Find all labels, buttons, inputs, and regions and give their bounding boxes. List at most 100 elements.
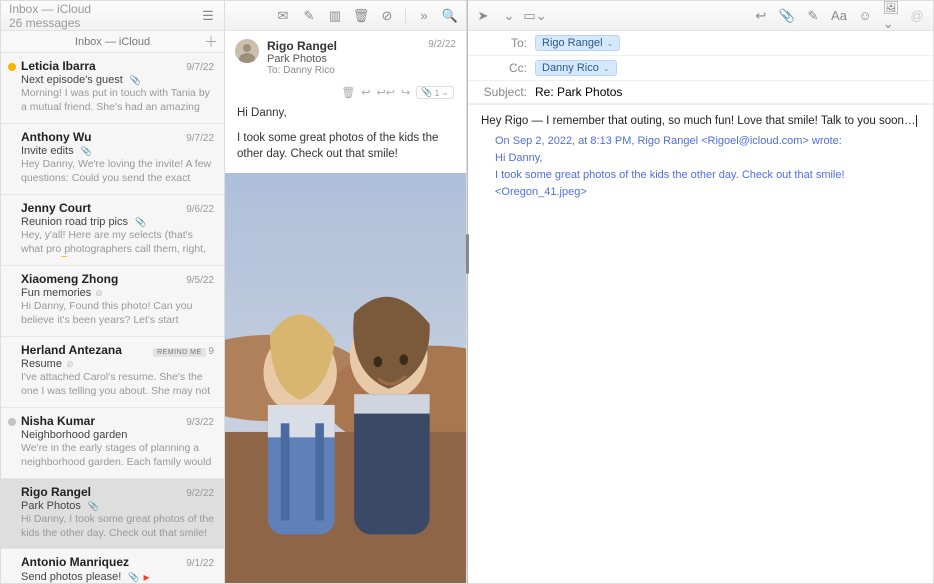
message-row[interactable]: Rigo Rangel 9/2/22Park PhotosHi Danny, I…: [1, 479, 224, 549]
paperclip-icon: [127, 74, 141, 86]
message-from: Xiaomeng Zhong: [21, 272, 118, 286]
chevron-down-icon: ⌄: [603, 64, 610, 73]
to-token[interactable]: Rigo Rangel⌄: [535, 35, 620, 51]
viewer-to: To: Danny Rico: [267, 65, 420, 76]
message-row[interactable]: Leticia Ibarra 9/7/22Next episode's gues…: [1, 53, 224, 124]
message-preview: Morning! I was put in touch with Tania b…: [21, 87, 214, 115]
remind-badge: REMIND ME: [153, 348, 206, 357]
message-from: Anthony Wu: [21, 130, 91, 144]
flag-icon: [144, 570, 150, 583]
message-date: 9/2/22: [186, 488, 214, 499]
compose-header-fields: To: Rigo Rangel⌄ Cc: Danny Rico⌄ Subject…: [467, 31, 933, 105]
compose-icon[interactable]: ✉︎: [275, 8, 291, 24]
viewer-header: Rigo Rangel Park Photos To: Danny Rico 9…: [225, 31, 466, 84]
viewer-from: Rigo Rangel: [267, 39, 420, 53]
new-message-icon[interactable]: ✎: [301, 8, 317, 24]
trash-icon[interactable]: 🗑: [353, 8, 369, 24]
more-icon[interactable]: »: [416, 8, 432, 24]
message-subject: Park Photos: [21, 500, 214, 512]
message-from: Leticia Ibarra: [21, 59, 96, 73]
message-preview: We're in the early stages of planning a …: [21, 442, 214, 470]
paperclip-icon: [125, 571, 139, 583]
cc-field[interactable]: Cc: Danny Rico⌄: [467, 56, 933, 81]
message-from: Jenny Court: [21, 201, 91, 215]
compose-toolbar: ➤ ⌄ ▭⌄ ↩︎ 📎 ✎ Aa ☺ 🖼⌄ @: [467, 1, 933, 31]
send-icon[interactable]: ➤: [475, 8, 491, 24]
reply-icon[interactable]: ↩︎: [753, 8, 769, 24]
message-preview: Hi Danny, Found this photo! Can you beli…: [21, 300, 214, 328]
viewer-subject: Park Photos: [267, 53, 420, 65]
message-preview: Hi Danny, I took some great photos of th…: [21, 513, 214, 540]
star-indicator: [8, 63, 16, 71]
quote-line: I took some great photos of the kids the…: [495, 169, 919, 181]
cc-token[interactable]: Danny Rico⌄: [535, 60, 617, 76]
subject-field[interactable]: Subject:: [467, 81, 933, 104]
message-row[interactable]: Anthony Wu 9/7/22Invite editsHey Danny, …: [1, 124, 224, 195]
filter-icon[interactable]: ☰: [200, 8, 216, 24]
mini-reply-all-icon[interactable]: ↩︎↩︎: [377, 86, 395, 99]
attach-icon[interactable]: 📎: [779, 8, 795, 24]
paperclip-icon: [85, 500, 99, 512]
message-subject: Invite edits: [21, 145, 214, 157]
message-row[interactable]: Antonio Manriquez 9/1/22Send photos plea…: [1, 549, 224, 583]
attachment-pill[interactable]: 📎1⌄: [416, 86, 454, 99]
message-date: REMIND ME 9: [153, 346, 214, 357]
mini-reply-icon[interactable]: ↩︎: [361, 86, 370, 99]
compose-body[interactable]: Hey Rigo — I remember that outing, so mu…: [467, 105, 933, 213]
message-from: Rigo Rangel: [21, 485, 91, 499]
message-date: 9/5/22: [186, 275, 214, 286]
add-tab-button[interactable]: ＋: [204, 32, 218, 52]
compose-typed-text: Hey Rigo — I remember that outing, so mu…: [481, 115, 915, 127]
quote-line: Hi Danny,: [495, 152, 919, 164]
mailbox-title: Inbox — iCloud: [9, 2, 91, 16]
paperclip-icon: [78, 145, 92, 157]
message-date: 9/7/22: [186, 133, 214, 144]
message-row[interactable]: Xiaomeng Zhong 9/5/22Fun memories⊘Hi Dan…: [1, 266, 224, 337]
message-date: 9/1/22: [186, 558, 214, 569]
message-row[interactable]: Herland AntezanaREMIND ME 9Resume⊘I've a…: [1, 337, 224, 408]
message-date: 9/7/22: [186, 62, 214, 73]
viewer-mini-actions: 🗑 ↩︎ ↩︎↩︎ ↪︎ 📎1⌄: [225, 84, 466, 101]
quote-attachment-ref: <Oregon_41.jpeg>: [495, 186, 919, 198]
mute-icon: ⊘: [95, 288, 103, 299]
archive-icon[interactable]: ▥: [327, 8, 343, 24]
message-subject: Next episode's guest: [21, 74, 214, 86]
message-row[interactable]: Nisha Kumar 9/3/22Neighborhood gardenWe'…: [1, 408, 224, 479]
link-icon[interactable]: @: [909, 8, 925, 24]
mini-forward-icon[interactable]: ↪︎: [401, 86, 410, 99]
font-icon[interactable]: Aa: [831, 8, 847, 24]
viewer-body: Hi Danny, I took some great photos of th…: [225, 101, 466, 167]
message-from: Herland Antezana: [21, 343, 122, 357]
emoji-icon[interactable]: ☺: [857, 8, 873, 24]
send-later-chevron-icon[interactable]: ⌄: [501, 8, 517, 24]
format-icon[interactable]: ✎: [805, 8, 821, 24]
viewer-date: 9/2/22: [428, 39, 456, 76]
message-date: 9/3/22: [186, 417, 214, 428]
attachment-photo[interactable]: [225, 173, 466, 583]
message-subject: Neighborhood garden: [21, 429, 214, 441]
header-fields-icon[interactable]: ▭⌄: [527, 8, 543, 24]
subject-input[interactable]: [535, 85, 921, 99]
junk-icon[interactable]: ⊘: [379, 8, 395, 24]
to-field[interactable]: To: Rigo Rangel⌄: [467, 31, 933, 56]
mute-icon: ⊘: [66, 359, 74, 370]
message-preview: I've attached Carol's resume. She's the …: [21, 371, 214, 399]
mini-trash-icon[interactable]: 🗑: [341, 86, 355, 99]
message-viewer-pane: ✉︎ ✎ ▥ 🗑 ⊘ » 🔍 Rigo Rangel Park Photos T…: [225, 1, 467, 583]
chevron-down-icon: ⌄: [607, 39, 614, 48]
cc-label: Cc:: [479, 61, 527, 75]
chevron-down-icon: ⌄: [441, 87, 449, 98]
message-row[interactable]: Jenny Court 9/6/22Reunion road trip pics…: [1, 195, 224, 266]
quoted-block: On Sep 2, 2022, at 8:13 PM, Rigo Rangel …: [481, 135, 919, 198]
viewer-greeting: Hi Danny,: [237, 105, 454, 122]
list-tabbar: Inbox — iCloud ＋: [1, 31, 224, 53]
photo-browser-icon[interactable]: 🖼⌄: [883, 8, 899, 24]
viewer-toolbar: ✉︎ ✎ ▥ 🗑 ⊘ » 🔍: [225, 1, 466, 31]
to-label: To:: [479, 36, 527, 50]
message-date: 9/6/22: [186, 204, 214, 215]
message-from: Nisha Kumar: [21, 414, 95, 428]
list-tab-label[interactable]: Inbox — iCloud: [75, 36, 150, 48]
search-icon[interactable]: 🔍: [442, 8, 458, 24]
list-toolbar: Inbox — iCloud 26 messages ☰: [1, 1, 224, 31]
compose-pane: ➤ ⌄ ▭⌄ ↩︎ 📎 ✎ Aa ☺ 🖼⌄ @ To: Rigo Rangel⌄…: [467, 1, 933, 583]
